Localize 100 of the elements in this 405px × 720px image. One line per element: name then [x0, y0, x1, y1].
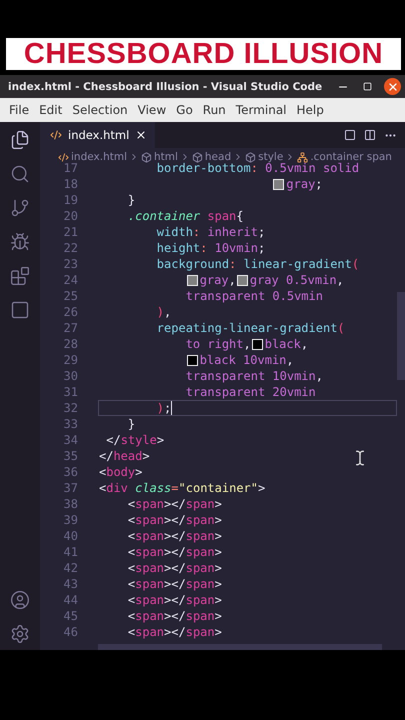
breadcrumb-item[interactable]: .container span	[310, 151, 392, 163]
code-line: gray;	[98, 176, 324, 192]
breadcrumb-item[interactable]: head	[204, 151, 232, 163]
line-number: 18	[62, 177, 78, 191]
menu-item[interactable]: Go	[171, 103, 198, 117]
line-number: 43	[62, 577, 78, 591]
line-number: 17	[62, 161, 78, 175]
code-line: <span></span>	[126, 496, 223, 512]
close-icon[interactable]	[384, 78, 401, 95]
code-line: repeating-linear-gradient(	[156, 320, 346, 336]
selector-icon	[297, 152, 308, 162]
code-line: to right, black,	[184, 336, 310, 352]
line-number: 26	[62, 305, 78, 319]
menu-item[interactable]: Edit	[34, 103, 68, 117]
blocks-icon[interactable]	[10, 266, 30, 286]
line-number: 41	[62, 545, 78, 559]
color-swatch[interactable]	[186, 274, 198, 286]
code-line: transparent 20vmin	[184, 384, 317, 400]
line-number: 21	[62, 225, 78, 239]
line-number: 39	[62, 513, 78, 527]
code-line: <span></span>	[126, 576, 223, 592]
line-number: 25	[62, 289, 78, 303]
code-line: transparent 0.5vmin	[184, 288, 324, 304]
color-swatch[interactable]	[236, 274, 248, 286]
line-number: 24	[62, 273, 78, 287]
code-line: </head>	[98, 448, 151, 464]
split-editor-icon[interactable]	[364, 129, 376, 141]
line-number: 33	[62, 417, 78, 431]
code-line: background: linear-gradient(	[156, 256, 360, 272]
code-line: <span></span>	[126, 512, 223, 528]
menu-item[interactable]: View	[132, 103, 172, 117]
line-number: 44	[62, 593, 78, 607]
color-swatch[interactable]	[186, 354, 198, 366]
code-line: <span></span>	[126, 560, 223, 576]
code-line: </style>	[105, 432, 166, 448]
search-icon[interactable]	[10, 164, 30, 184]
vertical-scrollbar[interactable]	[397, 292, 405, 380]
code-line: <span></span>	[126, 608, 223, 624]
line-number: 27	[62, 321, 78, 335]
close-icon[interactable]	[135, 129, 148, 141]
menu-item[interactable]: Help	[292, 103, 329, 117]
code-line: black 10vmin,	[98, 352, 295, 368]
line-number: 42	[62, 561, 78, 575]
line-number: 28	[62, 337, 78, 351]
line-number: 29	[62, 353, 78, 367]
menu-item[interactable]: Selection	[67, 103, 133, 117]
text-caret	[171, 401, 172, 415]
code-line: <body>	[98, 464, 144, 480]
menu-item[interactable]: Terminal	[230, 103, 292, 117]
line-number: 35	[62, 449, 78, 463]
line-number: 45	[62, 609, 78, 623]
code-file-icon	[58, 152, 69, 162]
code-line: height: 10vmin;	[156, 240, 266, 256]
code-file-icon	[50, 129, 62, 141]
line-number: 36	[62, 465, 78, 479]
line-number: 30	[62, 369, 78, 383]
line-number: 32	[62, 401, 78, 415]
branch-icon[interactable]	[10, 198, 30, 218]
code-line: gray, gray 0.5vmin,	[98, 272, 345, 288]
code-line: <span></span>	[126, 528, 223, 544]
cube-icon	[245, 152, 256, 162]
code-line: }	[126, 416, 136, 432]
square-icon[interactable]	[10, 300, 30, 320]
line-number: 40	[62, 529, 78, 543]
code-line: .container span{	[126, 208, 245, 224]
breadcrumb-item[interactable]: html	[154, 151, 178, 163]
line-number: 34	[62, 433, 78, 447]
line-number: 46	[62, 625, 78, 639]
window-title: index.html - Chessboard Illusion - Visual Studio Code	[8, 80, 324, 92]
color-swatch[interactable]	[252, 338, 263, 350]
code-line: }	[126, 192, 136, 208]
breadcrumb-item[interactable]: style	[258, 151, 284, 163]
code-line: <span></span>	[126, 544, 223, 560]
horizontal-scrollbar[interactable]	[98, 644, 382, 650]
code-line: <span></span>	[126, 624, 223, 640]
cube-icon	[140, 152, 152, 162]
line-number: 23	[62, 257, 78, 271]
menu-item[interactable]: File	[4, 103, 34, 117]
settings-icon[interactable]	[10, 624, 30, 644]
code-line: transparent 10vmin,	[184, 368, 324, 384]
line-number: 37	[62, 481, 78, 495]
files-icon[interactable]	[10, 130, 30, 150]
code-line: ),	[156, 304, 172, 320]
code-line: <div class="container">	[98, 480, 266, 496]
account-icon[interactable]	[10, 590, 30, 610]
breadcrumb-item[interactable]: index.html	[71, 151, 127, 163]
banner-title: CHESSBOARD ILLUSION	[24, 38, 384, 70]
square-icon[interactable]	[344, 129, 356, 141]
code-line: border-bottom: 0.5vmin solid	[156, 161, 360, 176]
code-line: <span></span>	[126, 592, 223, 608]
line-number: 22	[62, 241, 78, 255]
editor-tab[interactable]: index.html	[40, 122, 156, 148]
cube-icon	[192, 152, 203, 162]
menu-item[interactable]: Run	[198, 103, 231, 117]
line-number: 31	[62, 385, 78, 399]
bug-icon[interactable]	[10, 232, 30, 252]
line-number: 20	[62, 209, 78, 223]
line-number: 19	[62, 193, 78, 207]
color-swatch[interactable]	[273, 178, 284, 190]
line-number: 38	[62, 497, 78, 511]
